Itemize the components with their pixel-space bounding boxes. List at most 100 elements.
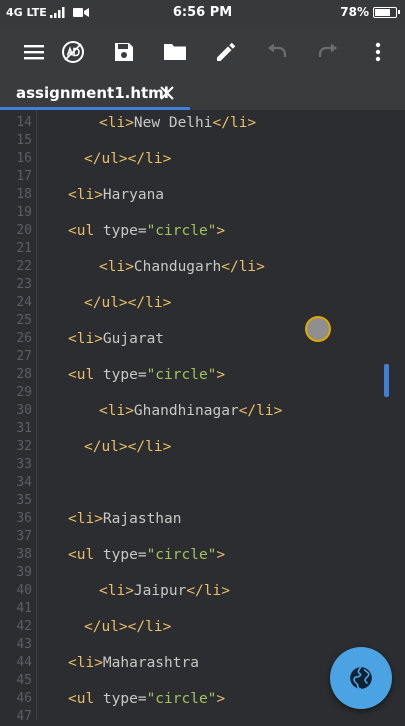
code-line[interactable]: <li>Maharashtra xyxy=(68,654,199,672)
code-token: "circle" xyxy=(146,547,217,563)
code-line[interactable]: </ul></li> xyxy=(84,150,171,168)
battery-indicator: 78% xyxy=(340,5,400,19)
close-tab-button[interactable] xyxy=(156,82,178,104)
code-token: <li> xyxy=(68,331,103,347)
code-editor[interactable]: 14 15 16 17 18 19 20 21 22 23 24 25 26 27 28 29 30 31 32 33… xyxy=(0,110,405,724)
code-token: <ul xyxy=(68,547,103,563)
ad-button[interactable] xyxy=(51,26,95,78)
code-token: </ul></li> xyxy=(84,295,172,311)
edit-icon xyxy=(217,42,236,61)
code-token: Maharashtra xyxy=(102,655,199,671)
line-number: 32 xyxy=(16,439,32,454)
line-number: 31 xyxy=(16,421,32,436)
code-token: </li> xyxy=(238,403,283,419)
line-number: 43 xyxy=(16,637,32,652)
code-token: <li> xyxy=(99,583,134,599)
code-token: </ul></li> xyxy=(84,439,172,455)
code-token: <li> xyxy=(68,655,103,671)
code-token: </li> xyxy=(221,259,265,275)
line-number: 37 xyxy=(16,529,32,544)
line-number: 38 xyxy=(16,547,32,562)
code-token: <li> xyxy=(99,403,134,419)
code-token: <li> xyxy=(68,187,103,203)
edit-button[interactable] xyxy=(204,26,248,78)
code-token: type= xyxy=(102,547,147,563)
line-number-gutter: 14 15 16 17 18 19 20 21 22 23 24 25 26 27 28 29 30 31 32 33… xyxy=(0,110,37,724)
tab-label: assignment1.html xyxy=(16,84,169,102)
battery-icon xyxy=(373,6,400,18)
line-number: 35 xyxy=(16,493,32,508)
code-line[interactable]: <ul type="circle"> xyxy=(68,222,225,240)
open-folder-button[interactable] xyxy=(153,26,197,78)
line-number: 28 xyxy=(16,367,32,382)
code-token: "circle" xyxy=(146,691,217,707)
undo-button[interactable] xyxy=(255,26,299,78)
code-line[interactable]: <li>New Delhi</li> xyxy=(99,114,256,132)
code-line[interactable]: <ul type="circle"> xyxy=(68,366,225,384)
line-number: 18 xyxy=(16,187,32,202)
battery-percent: 78% xyxy=(340,5,369,19)
code-line[interactable]: <li>Chandugarh</li> xyxy=(99,258,265,276)
line-number: 30 xyxy=(16,403,32,418)
code-token: <li> xyxy=(68,511,103,527)
line-number: 24 xyxy=(16,295,32,310)
more-options-button[interactable] xyxy=(356,26,400,78)
redo-icon xyxy=(318,43,337,57)
line-number: 41 xyxy=(16,601,32,616)
code-token: </li> xyxy=(186,583,230,599)
line-number: 22 xyxy=(16,259,32,274)
line-number: 33 xyxy=(16,457,32,472)
line-number: 15 xyxy=(16,133,32,148)
code-line[interactable]: </ul></li> xyxy=(84,618,171,636)
undo-icon xyxy=(268,43,287,57)
line-number: 23 xyxy=(16,277,32,292)
line-number: 25 xyxy=(16,313,32,328)
code-token: type= xyxy=(102,367,147,383)
code-line[interactable]: <li>Rajasthan xyxy=(68,510,182,528)
code-token: "circle" xyxy=(146,367,217,383)
line-number: 29 xyxy=(16,385,32,400)
code-token: <li> xyxy=(99,115,134,131)
code-token: Chandugarh xyxy=(133,259,222,275)
save-button[interactable] xyxy=(102,26,146,78)
save-icon xyxy=(115,43,133,61)
code-token: > xyxy=(216,367,226,383)
scrollbar-thumb[interactable] xyxy=(384,364,389,397)
menu-icon xyxy=(24,45,44,60)
line-number: 16 xyxy=(16,151,32,166)
line-number: 19 xyxy=(16,205,32,220)
line-number: 42 xyxy=(16,619,32,634)
code-token: Haryana xyxy=(102,187,165,203)
code-token: type= xyxy=(102,691,147,707)
code-line[interactable]: <li>Jaipur</li> xyxy=(99,582,230,600)
line-number: 27 xyxy=(16,349,32,364)
code-line[interactable]: </ul></li> xyxy=(84,294,171,312)
line-number: 34 xyxy=(16,475,32,490)
line-number: 36 xyxy=(16,511,32,526)
code-token: </li> xyxy=(212,115,257,131)
line-number: 17 xyxy=(16,169,32,184)
status-bar: 4G LTE 6:56 PM 78% xyxy=(0,0,405,26)
code-token: Gujarat xyxy=(102,331,165,347)
line-number: 20 xyxy=(16,223,32,238)
code-token: type= xyxy=(102,223,147,239)
line-number: 21 xyxy=(16,241,32,256)
code-token: > xyxy=(216,691,226,707)
code-line[interactable]: </ul></li> xyxy=(84,438,171,456)
code-line[interactable]: <ul type="circle"> xyxy=(68,546,225,564)
menu-button[interactable] xyxy=(12,26,56,78)
code-token: New Delhi xyxy=(133,115,213,131)
code-line[interactable]: <li>Gujarat xyxy=(68,330,164,348)
code-line[interactable]: <li>Haryana xyxy=(68,186,164,204)
tab-assignment1[interactable]: assignment1.html xyxy=(0,78,190,110)
touch-indicator xyxy=(307,318,329,340)
globe-icon xyxy=(350,666,372,690)
toolbar xyxy=(0,26,405,78)
code-line[interactable]: <li>Ghandhinagar</li> xyxy=(99,402,282,420)
code-line[interactable]: <ul type="circle"> xyxy=(68,690,225,708)
redo-button[interactable] xyxy=(306,26,350,78)
preview-fab-button[interactable] xyxy=(330,647,392,709)
code-token: <ul xyxy=(68,691,103,707)
line-number: 14 xyxy=(16,115,32,130)
line-number: 39 xyxy=(16,565,32,580)
